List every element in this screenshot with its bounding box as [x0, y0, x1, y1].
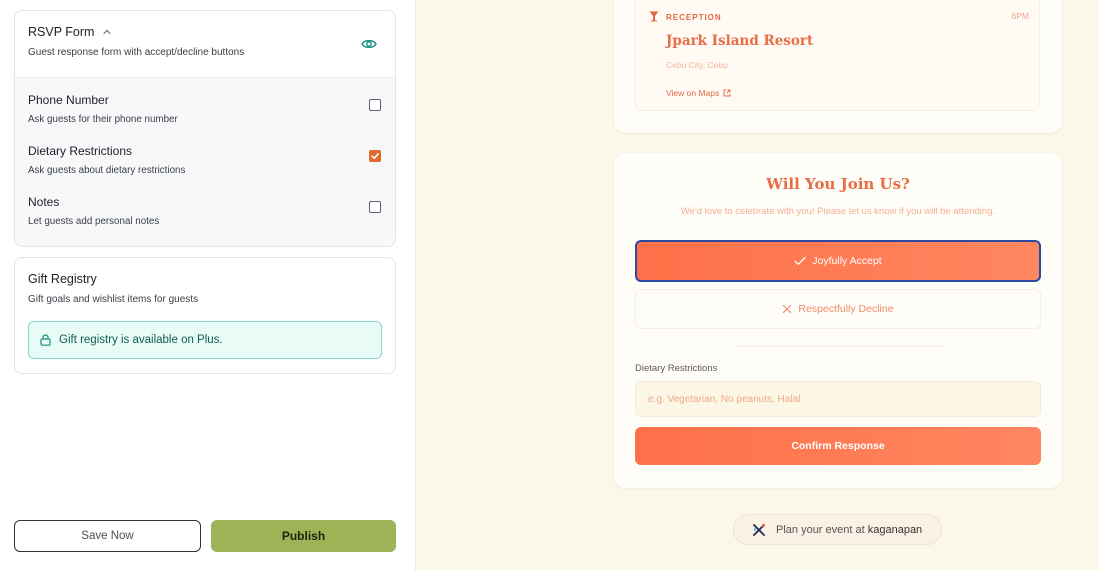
plus-upgrade-text: Gift registry is available on Plus.: [59, 334, 223, 346]
publish-button[interactable]: Publish: [211, 520, 396, 552]
dietary-restrictions-checkbox[interactable]: [369, 150, 381, 162]
option-notes: Notes Let guests add personal notes: [15, 195, 395, 246]
invitation-preview: RECEPTION 6PM Jpark Island Resort Cebu C…: [416, 0, 1099, 570]
rsvp-heading: Will You Join Us?: [766, 175, 910, 193]
rsvp-description: We'd love to celebrate with you! Please …: [680, 206, 996, 217]
gift-registry-subtitle: Gift goals and wishlist items for guests: [28, 294, 199, 305]
option-phone-number: Phone Number Ask guests for their phone …: [15, 93, 395, 144]
joyfully-accept-button[interactable]: Joyfully Accept: [635, 240, 1041, 282]
kaganapan-promo-badge[interactable]: Plan your event at kaganapan: [733, 514, 942, 545]
rsvp-options-list: Phone Number Ask guests for their phone …: [15, 78, 395, 246]
option-title: Phone Number: [28, 93, 109, 107]
phone-number-checkbox[interactable]: [369, 99, 381, 111]
save-now-button[interactable]: Save Now: [14, 520, 201, 552]
notes-checkbox[interactable]: [369, 201, 381, 213]
rsvp-form-title: RSVP Form: [28, 25, 95, 39]
decline-label: Respectfully Decline: [798, 303, 894, 315]
close-icon: [783, 304, 792, 314]
venue-name: Jpark Island Resort: [666, 33, 814, 49]
section-divider: [734, 346, 942, 347]
option-subtitle: Let guests add personal notes: [28, 216, 160, 227]
eye-icon[interactable]: [361, 37, 377, 51]
view-on-maps-label: View on Maps: [666, 88, 720, 98]
gift-registry-section: Gift Registry Gift goals and wishlist it…: [14, 257, 396, 374]
chevron-up-icon[interactable]: [102, 27, 112, 37]
venue-city: Cebu City, Cebu: [666, 60, 728, 70]
dietary-restrictions-input[interactable]: [635, 381, 1041, 417]
confirm-response-button[interactable]: Confirm Response: [635, 427, 1041, 465]
rsvp-form-section: RSVP Form Guest response form with accep…: [14, 10, 396, 247]
plus-upgrade-notice: Gift registry is available on Plus.: [28, 321, 382, 359]
option-subtitle: Ask guests for their phone number: [28, 114, 178, 125]
promo-brand: kaganapan: [867, 523, 923, 536]
lock-icon: [40, 334, 51, 346]
dietary-restrictions-label: Dietary Restrictions: [635, 363, 718, 374]
rsvp-preview-card: Will You Join Us? We'd love to celebrate…: [614, 153, 1062, 488]
view-on-maps-link[interactable]: View on Maps: [666, 88, 731, 98]
kaganapan-logo-icon: [753, 523, 766, 536]
option-title: Dietary Restrictions: [28, 144, 133, 158]
reception-time: 6PM: [1011, 11, 1029, 21]
gift-registry-title: Gift Registry: [28, 272, 97, 286]
option-subtitle: Ask guests about dietary restrictions: [28, 165, 186, 176]
cocktail-glass-icon: [649, 11, 659, 22]
rsvp-form-subtitle: Guest response form with accept/decline …: [28, 47, 245, 58]
rsvp-form-header[interactable]: RSVP Form Guest response form with accep…: [15, 11, 395, 78]
accept-label: Joyfully Accept: [812, 255, 882, 267]
promo-prefix: Plan your event at: [776, 523, 865, 536]
external-link-icon: [723, 89, 731, 97]
respectfully-decline-button[interactable]: Respectfully Decline: [635, 289, 1041, 329]
check-icon: [794, 256, 806, 265]
reception-card: RECEPTION 6PM Jpark Island Resort Cebu C…: [614, 0, 1062, 133]
editor-panel: RSVP Form Guest response form with accep…: [0, 0, 416, 570]
promo-text: Plan your event at kaganapan: [776, 524, 922, 536]
reception-label: RECEPTION: [666, 13, 722, 22]
checkmark-icon: [371, 153, 379, 160]
option-dietary-restrictions: Dietary Restrictions Ask guests about di…: [15, 144, 395, 195]
option-title: Notes: [28, 195, 60, 209]
reception-details: RECEPTION 6PM Jpark Island Resort Cebu C…: [634, 0, 1040, 111]
